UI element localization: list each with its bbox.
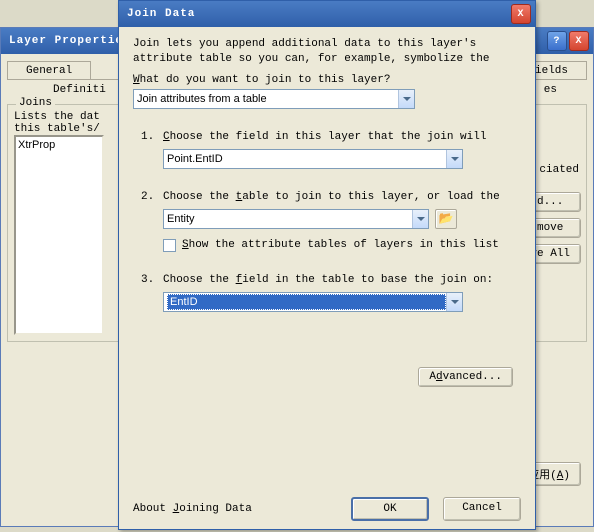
associated-label-fragment: ciated — [539, 164, 579, 176]
step-1-field-value: Point.EntID — [167, 153, 446, 165]
step-2-table-dropdown[interactable]: Entity — [163, 209, 429, 229]
step-1-field-dropdown[interactable]: Point.EntID — [163, 149, 463, 169]
intro-line-2: attribute table so you can, for example,… — [133, 52, 523, 67]
join-type-dropdown[interactable]: Join attributes from a table — [133, 89, 415, 109]
subtab-left-label: Definiti — [7, 84, 106, 96]
ok-button[interactable]: OK — [351, 497, 429, 521]
advanced-button[interactable]: Advanced... — [418, 367, 513, 387]
intro-text: Join lets you append additional data to … — [133, 37, 523, 68]
tab-general[interactable]: General — [7, 61, 91, 80]
help-button[interactable]: ? — [547, 31, 567, 51]
step-2-text: Choose the table to join to this layer, … — [163, 191, 523, 203]
show-tables-checkbox[interactable] — [163, 239, 176, 252]
close-button[interactable]: X — [569, 31, 589, 51]
prompt-label: What do you want to join to this layer? — [133, 74, 523, 86]
close-button[interactable]: X — [511, 4, 531, 24]
step-3: 3. Choose the field in the table to base… — [141, 274, 523, 312]
advanced-label: Advanced... — [429, 371, 502, 383]
step-3-field-value: EntID — [167, 294, 446, 310]
join-data-titlebar: Join Data X — [119, 1, 535, 27]
subtab-right-label-fragment: es — [544, 84, 587, 96]
join-data-title: Join Data — [127, 8, 195, 20]
joins-listbox[interactable]: XtrProp — [14, 135, 104, 335]
step-3-number: 3. — [141, 274, 155, 312]
dropdown-arrow-icon[interactable] — [446, 293, 462, 311]
list-item[interactable]: XtrProp — [18, 139, 100, 151]
about-joining-data-link[interactable]: About Joining Data — [133, 503, 252, 515]
titlebar-buttons: ? X — [547, 31, 589, 51]
step-1-number: 1. — [141, 131, 155, 169]
titlebar-buttons: X — [511, 4, 531, 24]
show-tables-checkbox-row: Show the attribute tables of layers in t… — [163, 239, 523, 252]
step-2-table-value: Entity — [167, 213, 412, 225]
show-tables-checkbox-label: Show the attribute tables of layers in t… — [182, 239, 499, 251]
dropdown-arrow-icon[interactable] — [398, 90, 414, 108]
cancel-button[interactable]: Cancel — [443, 497, 521, 521]
step-2: 2. Choose the table to join to this laye… — [141, 191, 523, 252]
join-data-body: Join lets you append additional data to … — [119, 27, 535, 529]
layer-properties-title: Layer Properties — [9, 35, 131, 47]
dropdown-arrow-icon[interactable] — [446, 150, 462, 168]
dialog-action-buttons: OK Cancel — [351, 497, 521, 521]
dialog-bottom-row: About Joining Data OK Cancel — [133, 497, 521, 521]
browse-folder-button[interactable] — [435, 209, 457, 229]
join-type-value: Join attributes from a table — [137, 93, 398, 105]
step-1-text: Choose the field in this layer that the … — [163, 131, 523, 143]
dropdown-arrow-icon[interactable] — [412, 210, 428, 228]
joins-legend: Joins — [16, 97, 55, 109]
step-2-number: 2. — [141, 191, 155, 252]
step-3-field-dropdown[interactable]: EntID — [163, 292, 463, 312]
intro-line-1: Join lets you append additional data to … — [133, 37, 523, 52]
join-data-dialog: Join Data X Join lets you append additio… — [118, 0, 536, 530]
step-1: 1. Choose the field in this layer that t… — [141, 131, 523, 169]
step-3-text: Choose the field in the table to base th… — [163, 274, 523, 286]
